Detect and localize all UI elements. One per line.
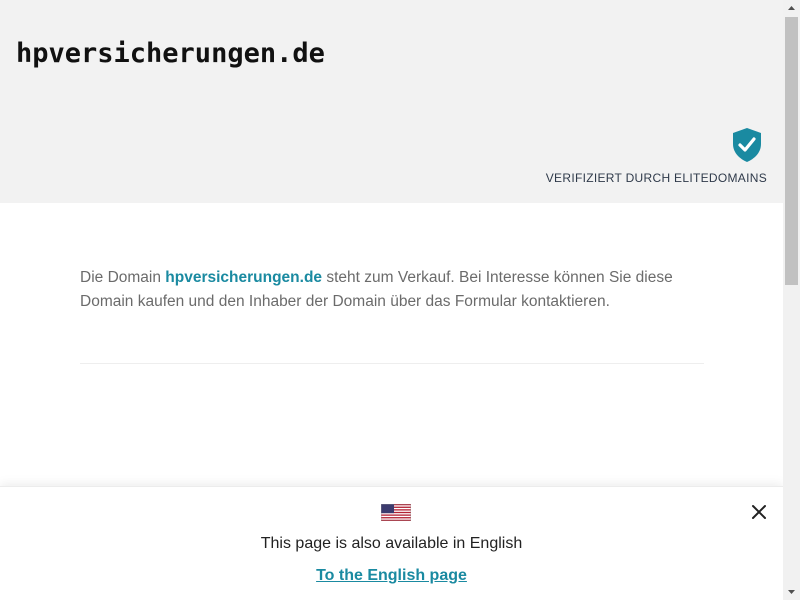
content: Die Domain hpversicherungen.de steht zum…	[80, 266, 704, 314]
language-banner: This page is also available in English T…	[0, 486, 783, 600]
description-prefix: Die Domain	[80, 269, 166, 286]
verified-label: VERIFIZIERT DURCH ELITEDOMAINS	[545, 171, 767, 185]
close-icon[interactable]	[748, 501, 770, 523]
english-page-link[interactable]: To the English page	[316, 567, 467, 584]
us-flag-icon	[381, 504, 411, 521]
page: hpversicherungen.de VERIFIZIERT DURCH EL…	[0, 0, 783, 600]
english-page-link-wrapper: To the English page	[0, 567, 783, 585]
shield-check-icon	[733, 128, 761, 162]
divider	[80, 363, 704, 364]
domain-description: Die Domain hpversicherungen.de steht zum…	[80, 266, 704, 314]
header: hpversicherungen.de VERIFIZIERT DURCH EL…	[0, 0, 783, 203]
banner-text: This page is also available in English	[260, 535, 523, 552]
domain-name: hpversicherungen.de	[165, 269, 323, 286]
scroll-down-icon[interactable]	[783, 583, 800, 600]
site-title: hpversicherungen.de	[16, 38, 325, 69]
scroll-up-icon[interactable]	[783, 0, 800, 17]
scroll-thumb[interactable]	[785, 17, 798, 285]
scrollbar[interactable]	[783, 0, 800, 600]
